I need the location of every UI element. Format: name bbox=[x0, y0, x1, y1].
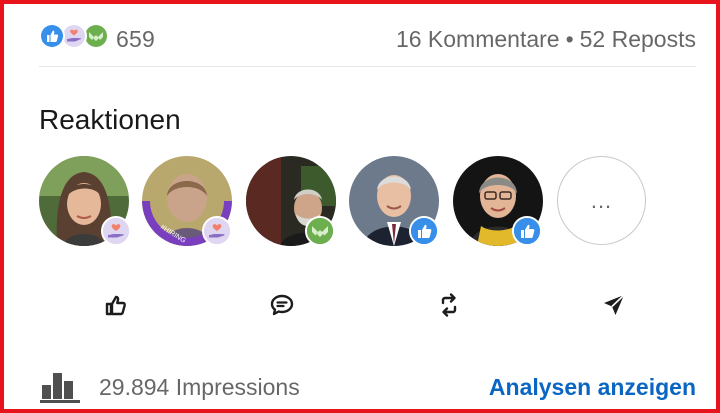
comments-count-link[interactable]: 16 Kommentare bbox=[396, 26, 560, 52]
send-button[interactable] bbox=[596, 287, 632, 323]
more-reactors-button[interactable]: ... bbox=[557, 156, 646, 245]
analytics-footer: 29.894 Impressions Analysen anzeigen bbox=[39, 366, 696, 406]
reaction-icon-stack[interactable] bbox=[39, 23, 115, 53]
post-social-panel: 659 16 Kommentare • 52 Reposts Reaktionen bbox=[0, 0, 720, 413]
view-analytics-link[interactable]: Analysen anzeigen bbox=[489, 374, 696, 401]
like-reaction-icon bbox=[512, 216, 542, 246]
reactor-avatars: #HIRING ... bbox=[39, 156, 659, 248]
divider bbox=[39, 66, 696, 67]
like-reaction-icon bbox=[39, 23, 65, 49]
post-action-bar bbox=[39, 287, 696, 323]
reposts-count-link[interactable]: 52 Reposts bbox=[580, 26, 696, 52]
send-icon bbox=[604, 294, 625, 315]
love-reaction-icon bbox=[101, 216, 131, 246]
like-reaction-icon bbox=[409, 216, 439, 246]
social-counts-row: 659 16 Kommentare • 52 Reposts bbox=[39, 22, 696, 54]
love-reaction-icon bbox=[202, 216, 232, 246]
reaction-count[interactable]: 659 bbox=[116, 26, 155, 53]
separator-dot: • bbox=[565, 26, 574, 52]
repost-icon bbox=[441, 293, 457, 317]
support-reaction-icon bbox=[305, 216, 335, 246]
comment-icon bbox=[270, 294, 294, 316]
bar-chart-icon bbox=[40, 373, 80, 403]
like-icon bbox=[105, 295, 126, 316]
repost-button[interactable] bbox=[431, 287, 467, 323]
comment-button[interactable] bbox=[264, 287, 300, 323]
impressions-count: 29.894 Impressions bbox=[99, 374, 300, 400]
like-button[interactable] bbox=[98, 287, 134, 323]
reactions-heading: Reaktionen bbox=[39, 104, 181, 135]
social-meta: 16 Kommentare • 52 Reposts bbox=[396, 26, 696, 53]
